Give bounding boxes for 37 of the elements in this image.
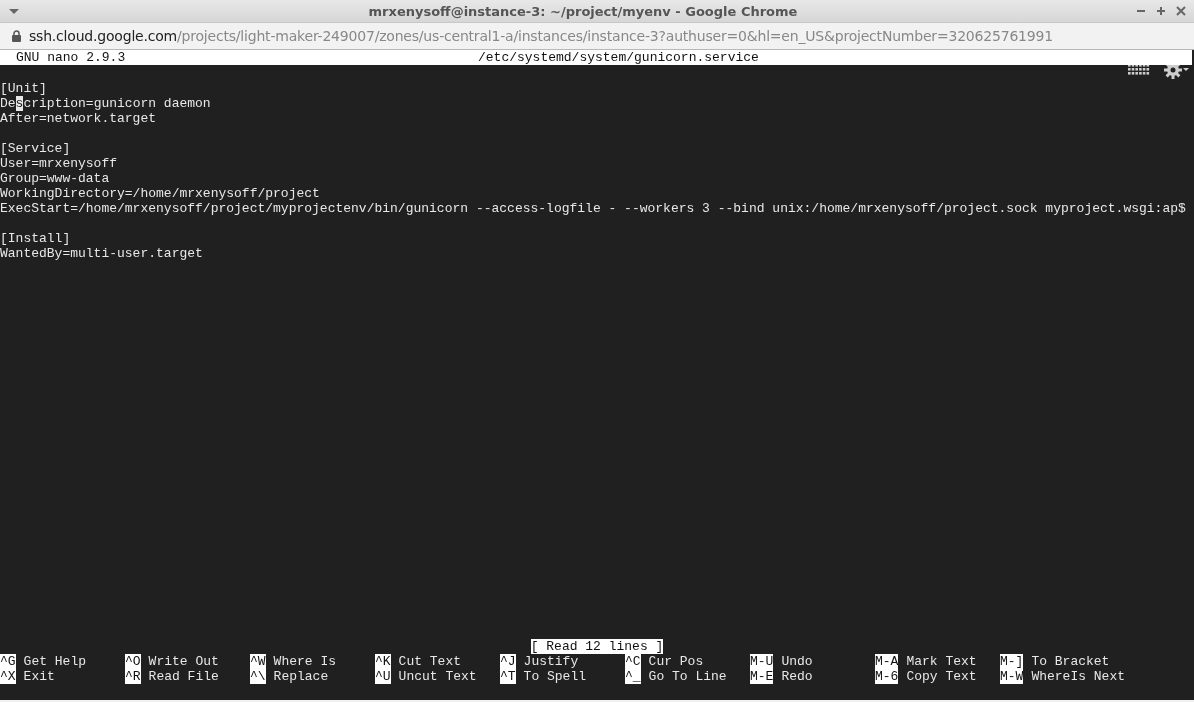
shortcut-item[interactable]: ^J Justify	[500, 654, 579, 669]
shortcut-item[interactable]: M-6 Copy Text	[875, 669, 977, 684]
code-line: Description=gunicorn daemon	[0, 96, 212, 111]
lock-icon	[12, 30, 21, 42]
shortcut-item[interactable]: ^X Exit	[0, 669, 55, 684]
shortcut-item[interactable]: M-A Mark Text	[875, 654, 977, 669]
close-icon[interactable]	[1176, 6, 1186, 16]
code-line: ExecStart=/home/mrxenysoff/project/myprojectenv/bin/gunicorn --access-logfile - --workers 3 --bind unix:/home/mrxenysoff/project.sock myproject.wsgi:ap$	[0, 201, 1187, 216]
shortcut-item[interactable]: ^_ Go To Line	[625, 669, 727, 684]
code-line: WantedBy=multi-user.target	[0, 246, 204, 261]
code-line: User=mrxenysoff	[0, 156, 119, 171]
keyboard-icon[interactable]	[1128, 65, 1150, 76]
shortcut-item[interactable]: M-] To Bracket	[1000, 654, 1110, 669]
shortcut-item[interactable]: ^U Uncut Text	[375, 669, 477, 684]
caret-icon[interactable]	[8, 7, 20, 15]
shortcut-item[interactable]: ^G Get Help	[0, 654, 87, 669]
code-line: After=network.target	[0, 111, 158, 126]
window-title: mrxenysoff@instance-3: ~/project/myenv - Google Chrome	[367, 3, 799, 19]
shortcut-item[interactable]: ^\ Replace	[250, 669, 329, 684]
shortcut-item[interactable]: ^R Read File	[125, 669, 219, 684]
shortcut-item[interactable]: ^W Where Is	[250, 654, 337, 669]
shortcut-item[interactable]: ^O Write Out	[125, 654, 219, 669]
code-line: WorkingDirectory=/home/mrxenysoff/project	[0, 186, 321, 201]
code-line: [Service]	[0, 141, 72, 156]
code-line: [Unit]	[0, 81, 48, 96]
shortcut-item[interactable]: ^K Cut Text	[375, 654, 462, 669]
maximize-icon[interactable]	[1156, 6, 1166, 16]
shortcut-item[interactable]: ^T To Spell	[500, 669, 587, 684]
file-name: /etc/systemd/system/gunicorn.service	[478, 50, 759, 65]
shortcut-item[interactable]: ^C Cur Pos	[625, 654, 704, 669]
shortcut-item[interactable]: M-E Redo	[750, 669, 813, 684]
version-label: GNU nano 2.9.3	[15, 50, 126, 65]
code-line: [Install]	[0, 231, 72, 246]
gear-icon[interactable]	[1164, 65, 1190, 79]
shortcut-item[interactable]: M-U Undo	[750, 654, 813, 669]
code-line: Group=www-data	[0, 171, 111, 186]
status-message: [ Read 12 lines ]	[530, 639, 664, 654]
